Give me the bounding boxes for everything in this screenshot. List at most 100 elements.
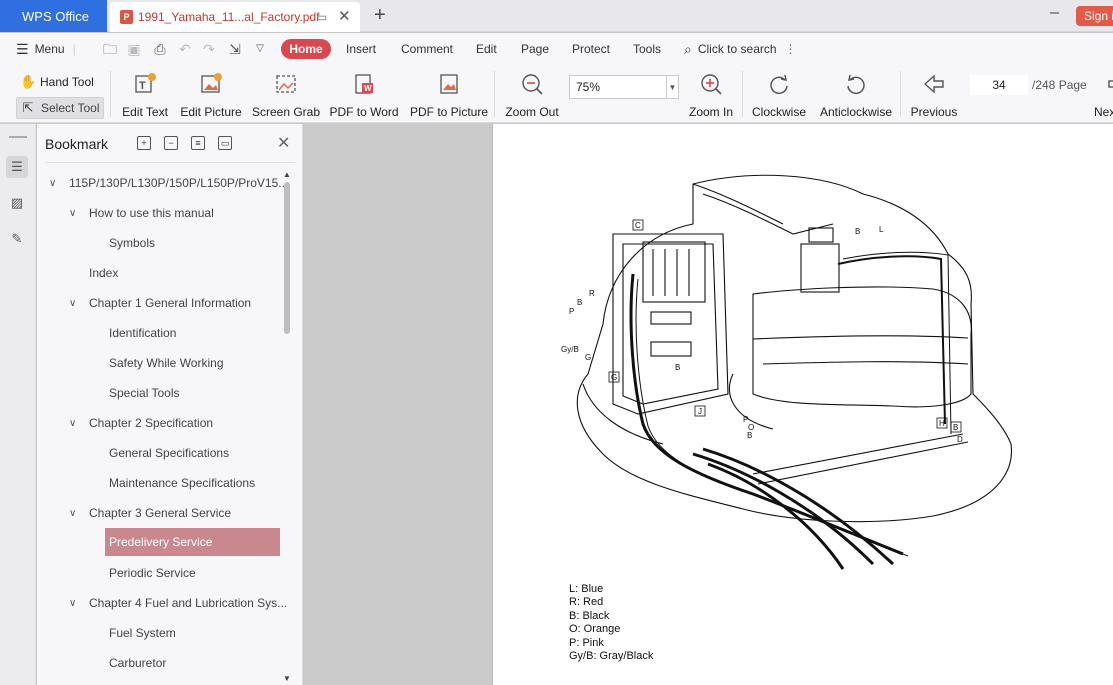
pdf-page: C R B P Gy/B G G B J P O B B L H B D L: … [492,124,1113,685]
previous-page-button[interactable]: Previous [910,65,958,123]
customize-dropdown-icon[interactable]: ▽ [252,41,268,57]
annotation-panel-icon[interactable]: ✎ [6,228,28,250]
chevron-down-icon[interactable]: ▼ [666,76,678,98]
bookmark-item[interactable]: ∨ Chapter 2 Specification [69,412,213,434]
edit-text-button[interactable]: T Edit Text [122,65,168,123]
bookmark-item[interactable]: ∨ Chapter 3 General Service [69,502,231,524]
open-folder-icon[interactable]: 🗀 [102,41,118,57]
add-bookmark-icon[interactable]: + [137,136,151,150]
bookmark-panel-icon[interactable]: ☰ [6,156,28,178]
tab-comment[interactable]: Comment [401,33,453,65]
chevron-down-icon[interactable]: ∨ [69,598,81,609]
document-tab[interactable]: P 1991_Yamaha_11...al_Factory.pdf ▭ ✕ [110,2,360,32]
chevron-down-icon[interactable]: ∨ [49,178,61,189]
page-number-input[interactable]: 34 [970,75,1028,95]
bookmark-item[interactable]: Index [89,262,118,284]
bookmark-item[interactable]: Safety While Working [109,352,224,374]
next-page-button[interactable]: Next [1094,65,1113,123]
legend-item: O: Orange [569,623,621,636]
tab-tools[interactable]: Tools [633,33,661,65]
bookmark-item[interactable]: Maintenance Specifications [109,472,255,494]
sign-in-button[interactable]: Sign in [1076,6,1113,26]
collapse-bookmarks-icon[interactable]: − [164,136,178,150]
more-options-icon[interactable]: ⋮ [785,42,797,56]
bookmark-item[interactable]: Identification [109,322,176,344]
document-view[interactable]: C R B P Gy/B G G B J P O B B L H B D L: … [304,124,1113,685]
bookmark-label: Chapter 1 General Information [89,296,252,310]
diagram-label-b-top: B [855,227,860,236]
bookmark-item[interactable]: Carburetor [109,652,166,674]
zoom-out-icon [519,71,545,97]
bookmark-item-selected[interactable]: Predelivery Service [105,528,280,556]
close-icon[interactable]: ✕ [277,133,290,153]
hand-tool-button[interactable]: ✋ Hand Tool [16,71,98,93]
screen-grab-button[interactable]: Screen Grab [252,65,320,123]
select-tool-button[interactable]: ⇱ Select Tool [16,97,105,119]
anticlockwise-label: Anticlockwise [819,105,893,119]
export-icon[interactable]: ⇲ [227,41,243,57]
edit-picture-label: Edit Picture [180,105,242,119]
menu-button[interactable]: ☰ Menu | [16,33,76,65]
pdf-to-picture-button[interactable]: PDF to Picture [409,65,489,123]
search-box[interactable]: ⌕ Click to search ⋮ [684,33,797,65]
bookmark-options-icon[interactable]: ▭ [218,136,232,150]
bookmark-item[interactable]: Symbols [109,232,155,254]
bookmark-item[interactable]: ∨ Chapter 1 General Information [69,292,251,314]
left-icon-rail: ☰ ▨ ✎ [0,124,36,685]
ribbon-separator [110,71,111,117]
pdf-to-picture-label: PDF to Picture [409,105,489,119]
bookmark-label: Special Tools [109,386,180,400]
chevron-down-icon[interactable]: ∨ [69,298,81,309]
zoom-in-icon [698,71,724,97]
zoom-in-button[interactable]: Zoom In [688,65,734,123]
tab-home[interactable]: Home [281,39,331,59]
print-icon[interactable]: ⎙ [152,41,168,57]
tab-page[interactable]: Page [521,33,549,65]
bookmark-label: Identification [109,326,177,340]
scroll-down-icon[interactable]: ▼ [283,674,291,683]
window-mode-icon[interactable]: ▭ [316,10,327,24]
bookmark-divider [45,162,295,163]
tab-edit[interactable]: Edit [476,33,497,65]
redo-icon[interactable]: ↷ [201,41,217,57]
bookmark-label: Chapter 4 Fuel and Lubrication Sys... [89,596,288,610]
bookmark-scrollbar[interactable]: ▲ ▼ [281,168,293,685]
edit-picture-button[interactable]: Edit Picture [180,65,242,123]
svg-text:W: W [364,84,372,93]
expand-bookmarks-icon[interactable]: ≡ [191,136,205,150]
bookmark-item[interactable]: Periodic Service [109,562,196,584]
bookmark-item[interactable]: ∨ Chapter 4 Fuel and Lubrication Sys... [69,592,287,614]
clockwise-button[interactable]: Clockwise [752,65,806,123]
zoom-select[interactable]: 75% ▼ [569,75,679,99]
scroll-up-icon[interactable]: ▲ [283,170,291,179]
legend-item: R: Red [569,596,604,609]
scrollbar-thumb[interactable] [284,182,290,334]
close-tab-icon[interactable]: ✕ [338,7,351,25]
tab-protect[interactable]: Protect [572,33,610,65]
chevron-down-icon[interactable]: ∨ [69,508,81,519]
undo-icon[interactable]: ↶ [177,41,193,57]
tab-insert[interactable]: Insert [346,33,376,65]
thumbnail-panel-icon[interactable]: ▨ [6,192,28,214]
pdf-to-word-button[interactable]: W PDF to Word [329,65,399,123]
legend-item: P: Pink [569,636,604,649]
minimize-icon[interactable]: – [1050,4,1059,22]
wps-office-tab[interactable]: WPS Office [0,0,107,32]
new-tab-icon[interactable]: + [374,4,386,27]
bookmark-item[interactable]: Fuel System [109,622,176,644]
chevron-down-icon[interactable]: ∨ [69,418,81,429]
chevron-down-icon[interactable]: ∨ [69,208,81,219]
bookmark-item[interactable]: Special Tools [109,382,180,404]
bookmark-item[interactable]: ∨ How to use this manual [69,202,214,224]
zoom-out-button[interactable]: Zoom Out [505,65,559,123]
bookmark-item[interactable]: General Specifications [109,442,229,464]
wps-office-label: WPS Office [22,8,89,24]
legend-item: L: Blue [569,583,604,595]
bookmark-item[interactable]: ∨ 115P/130P/L130P/150P/L150P/ProV15... [49,172,288,194]
bookmark-panel: Bookmark + − ≡ ▭ ✕ ∨ 115P/130P/L130P/150P… [37,124,303,685]
next-label: Next [1094,105,1113,119]
pdf-to-word-label: PDF to Word [329,105,399,119]
anticlockwise-button[interactable]: Anticlockwise [820,65,892,123]
save-icon[interactable]: ▣ [126,41,142,57]
bookmark-label: Fuel System [109,626,176,640]
